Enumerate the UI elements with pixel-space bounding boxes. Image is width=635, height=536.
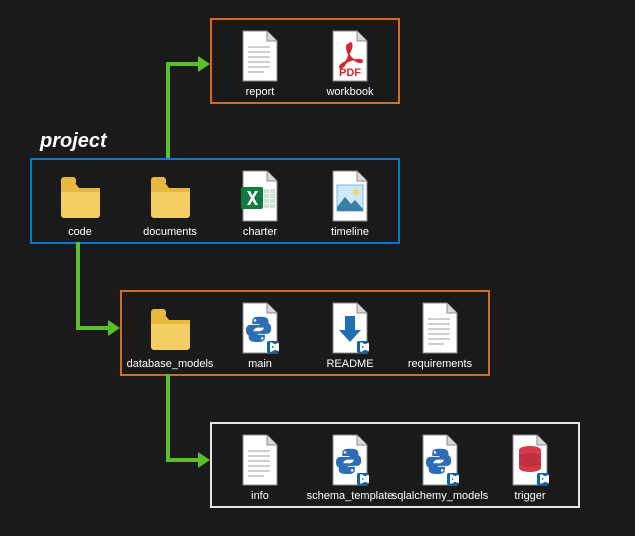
folder-icon: [56, 168, 104, 224]
file-item[interactable]: charter: [224, 168, 296, 238]
pdf-file-icon: [326, 28, 374, 84]
file-label: sqlalchemy_models: [392, 490, 489, 502]
file-label: schema_template: [307, 490, 394, 502]
text-document-icon: [416, 300, 464, 356]
database-models-group: info schema_template sqlalchemy_models t…: [210, 422, 580, 508]
python-file-icon: [236, 300, 284, 356]
file-label: workbook: [326, 86, 373, 98]
markdown-file-icon: [326, 300, 374, 356]
python-file-icon: [416, 432, 464, 488]
file-label: report: [246, 86, 275, 98]
arrow-segment: [166, 62, 170, 158]
file-item[interactable]: info: [224, 432, 296, 502]
folder-label: database_models: [127, 358, 214, 370]
arrow-head-icon: [198, 56, 210, 72]
folder-icon: [146, 300, 194, 356]
folder-icon: [146, 168, 194, 224]
sql-file-icon: [506, 432, 554, 488]
excel-file-icon: [236, 168, 284, 224]
text-document-icon: [236, 432, 284, 488]
diagram-title: project: [40, 130, 107, 153]
documents-group: report workbook: [210, 18, 400, 104]
file-label: main: [248, 358, 272, 370]
folder-item[interactable]: code: [44, 168, 116, 238]
arrow-segment: [166, 62, 200, 66]
arrow-segment: [76, 242, 80, 328]
file-item[interactable]: trigger: [494, 432, 566, 502]
file-item[interactable]: report: [224, 28, 296, 98]
arrow-head-icon: [198, 452, 210, 468]
file-label: README: [326, 358, 373, 370]
file-item[interactable]: workbook: [314, 28, 386, 98]
code-group: database_models main README requirements: [120, 290, 490, 376]
file-item[interactable]: requirements: [404, 300, 476, 370]
file-label: trigger: [514, 490, 545, 502]
file-item[interactable]: schema_template: [314, 432, 386, 502]
file-label: timeline: [331, 226, 369, 238]
python-file-icon: [326, 432, 374, 488]
folder-item[interactable]: documents: [134, 168, 206, 238]
file-label: charter: [243, 226, 277, 238]
arrow-head-icon: [108, 320, 120, 336]
image-file-icon: [326, 168, 374, 224]
folder-label: documents: [143, 226, 197, 238]
project-group: code documents charter timeline: [30, 158, 400, 244]
arrow-segment: [166, 458, 200, 462]
folder-label: code: [68, 226, 92, 238]
file-item[interactable]: timeline: [314, 168, 386, 238]
text-document-icon: [236, 28, 284, 84]
arrow-segment: [166, 374, 170, 460]
file-item[interactable]: README: [314, 300, 386, 370]
file-label: requirements: [408, 358, 472, 370]
file-item[interactable]: sqlalchemy_models: [404, 432, 476, 502]
arrow-segment: [76, 326, 110, 330]
folder-item[interactable]: database_models: [134, 300, 206, 370]
file-item[interactable]: main: [224, 300, 296, 370]
file-label: info: [251, 490, 269, 502]
